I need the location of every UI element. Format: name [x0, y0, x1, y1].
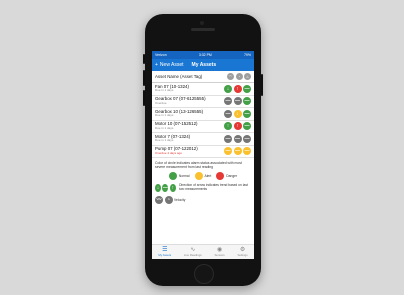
battery: 79% — [243, 53, 251, 57]
asset-name-header: Asset Name (Asset Tag) — [155, 74, 203, 79]
carrier: Verizon — [155, 53, 167, 57]
status-bar: Verizon 3:32 PM 79% — [152, 51, 254, 59]
velocity-label: Velocity — [174, 198, 186, 203]
alarm-up-icon: ↑ — [233, 122, 242, 131]
asset-row[interactable]: Pump 07 (07-122012) Overdue 4 days ago — — — — [152, 146, 254, 158]
velocity-icon[interactable]: 〰 — [227, 73, 234, 80]
alarm-flat-icon: — — [243, 147, 251, 156]
tab-bar: ☰ My Assets ∿ Live Readings ◉ Sensors ⚙ … — [152, 244, 254, 259]
tab-sensors[interactable]: ◉ Sensors — [214, 247, 224, 257]
asset-row[interactable]: Fan 07 (10-1324) Due in 1 days ↓ ↑ — — [152, 83, 254, 96]
normal-dot — [168, 172, 177, 181]
legend-direction: ↓ — ↑ Direction of arrow indicates trend… — [152, 182, 254, 194]
legend-intro: Color of circle indicates alarm status a… — [155, 161, 242, 170]
asset-row[interactable]: Gearbox 10 (13-126555) Due in 1 days — ↓ — — [152, 108, 254, 121]
legend-velocity: 〰 ◔ Velocity — [152, 194, 254, 206]
alarm-flat-icon: — — [243, 84, 251, 93]
asset-row[interactable]: Motor 10 (07-152512) Due in 1 days ↑ ↑ — — [152, 121, 254, 133]
tab-settings[interactable]: ⚙ Settings — [237, 247, 247, 257]
camera — [200, 21, 204, 25]
tab-my-assets[interactable]: ☰ My Assets — [158, 247, 171, 257]
acceleration-icon[interactable]: ◔ — [235, 73, 243, 80]
table-header: Asset Name (Asset Tag) 〰 ◔ ♨ — [152, 71, 254, 83]
home-button[interactable] — [194, 264, 214, 284]
direction-text: Direction of arrow indicates trend based… — [179, 183, 248, 192]
alert-label: Alert — [204, 174, 212, 179]
page-title: My Assets — [191, 62, 217, 68]
temperature-icon[interactable]: ♨ — [244, 73, 251, 80]
asset-due: Due in 1 days — [155, 138, 174, 143]
asset-due: Due in 1 days — [155, 88, 174, 93]
arrow-up-icon: ↑ — [169, 184, 176, 193]
alarm-flat-icon: — — [224, 109, 232, 118]
alarm-flat-icon: — — [243, 97, 251, 106]
time: 3:32 PM — [198, 53, 212, 57]
alarm-flat-icon: — — [233, 134, 242, 143]
phone-volume-down — [143, 90, 145, 106]
phone-power-button — [261, 74, 263, 96]
new-asset-button[interactable]: + New Asset — [155, 62, 184, 68]
alarm-down-icon: ↓ — [233, 109, 242, 118]
asset-due: Overdue — [155, 100, 167, 105]
alarm-flat-icon: — — [233, 147, 242, 156]
asset-due: Overdue 4 days ago — [155, 150, 183, 155]
asset-due: Due in 1 days — [155, 113, 174, 118]
velocity-legend-icon: 〰 — [155, 196, 163, 205]
velocity-legend-icon-2: ◔ — [164, 196, 173, 205]
alarm-flat-icon: — — [243, 122, 251, 131]
phone-side-button — [143, 54, 145, 64]
speaker — [191, 28, 215, 31]
asset-row[interactable]: Motor 7 (07-1324) Due in 1 days — — — — [152, 133, 254, 146]
asset-row[interactable]: Gearbox 07 (07-6125555) Overdue — — — — [152, 96, 254, 108]
alarm-up-icon: ↑ — [233, 84, 242, 93]
alarm-flat-icon: — — [233, 97, 242, 106]
arrow-down-icon: ↓ — [155, 184, 161, 193]
alarm-down-icon: ↓ — [224, 84, 232, 93]
flat-icon: — — [162, 184, 169, 193]
phone-volume-up — [143, 70, 145, 86]
alarm-up-icon: ↑ — [224, 122, 232, 131]
asset-list: Fan 07 (10-1324) Due in 1 days ↓ ↑ — Gearbox … — [152, 83, 254, 158]
alarm-flat-icon: — — [243, 109, 251, 118]
legend-colors: Normal Alert Danger — [152, 170, 254, 182]
normal-label: Normal — [178, 174, 190, 179]
alarm-flat-icon: — — [243, 134, 251, 143]
alarm-flat-icon: — — [224, 134, 232, 143]
top-nav: + New Asset My Assets — [152, 59, 254, 71]
alarm-flat-icon: — — [224, 147, 232, 156]
alert-dot — [194, 172, 203, 181]
plus-icon: + — [155, 62, 158, 68]
phone-frame: Verizon 3:32 PM 79% + New Asset My Asset… — [143, 14, 263, 286]
asset-due: Due in 1 days — [155, 125, 174, 130]
new-asset-label: New Asset — [159, 62, 184, 68]
screen: Verizon 3:32 PM 79% + New Asset My Asset… — [152, 51, 254, 259]
tab-live-readings[interactable]: ∿ Live Readings — [184, 247, 202, 257]
danger-label: Danger — [226, 174, 238, 179]
alarm-flat-icon: — — [224, 97, 232, 106]
danger-dot — [216, 172, 225, 181]
